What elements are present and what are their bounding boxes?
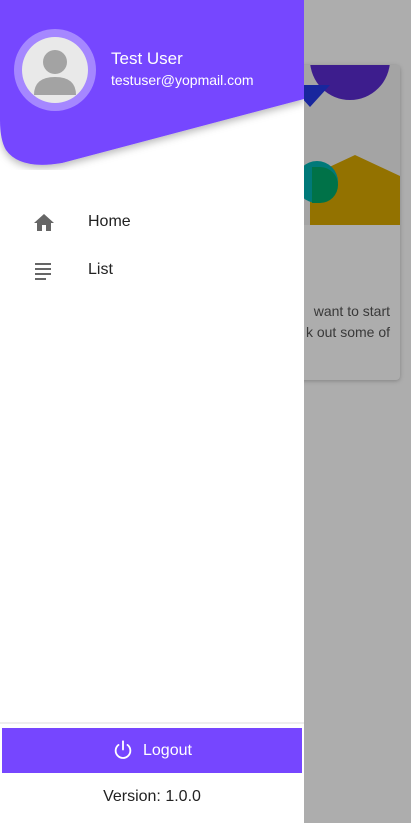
user-email: testuser@yopmail.com (111, 72, 254, 88)
logout-button[interactable]: Logout (2, 728, 302, 773)
navigation-drawer: Test User testuser@yopmail.com Home List (0, 0, 304, 823)
nav-item-home[interactable]: Home (0, 198, 304, 246)
version-text: Version: 1.0.0 (0, 788, 304, 806)
user-name: Test User (111, 49, 183, 68)
drawer-header: Test User testuser@yopmail.com (0, 0, 304, 170)
nav-item-label: Home (88, 213, 131, 230)
nav-item-label: List (88, 261, 113, 278)
logout-content: Logout (112, 739, 192, 763)
nav-item-list[interactable]: List (0, 246, 304, 294)
power-icon (112, 739, 134, 764)
logout-label: Logout (143, 742, 192, 759)
footer-divider (0, 722, 304, 724)
avatar[interactable] (14, 29, 96, 111)
list-icon (32, 259, 56, 283)
version-label: Version: (103, 788, 161, 805)
home-icon (32, 211, 56, 235)
person-icon (22, 37, 88, 103)
version-value: 1.0.0 (165, 788, 201, 805)
